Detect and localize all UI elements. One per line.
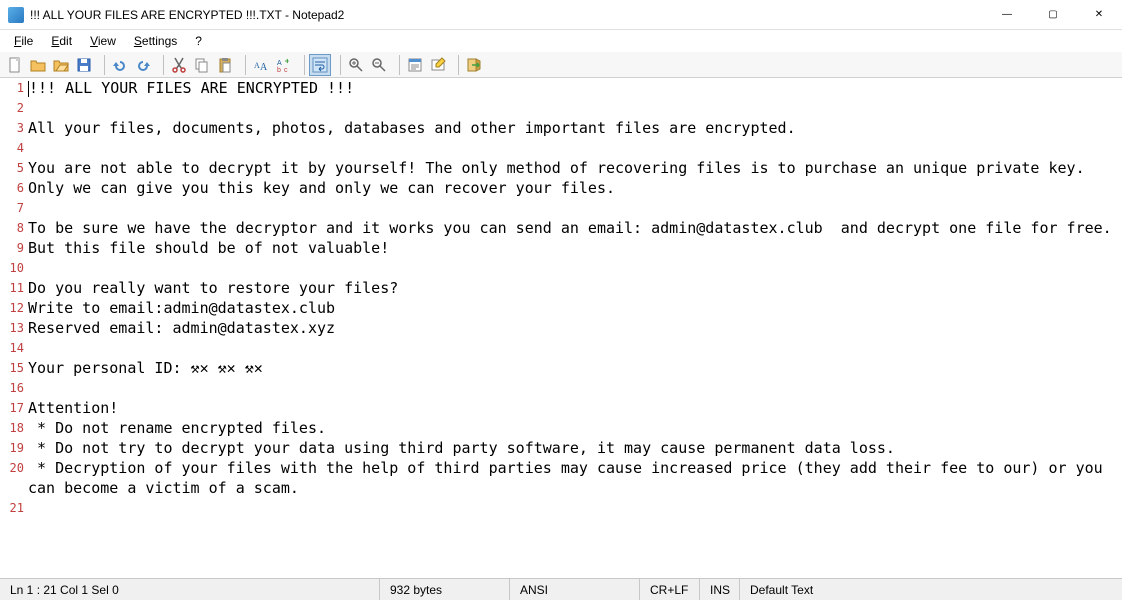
status-position[interactable]: Ln 1 : 21 Col 1 Sel 0 (0, 579, 380, 600)
exit-icon[interactable] (463, 54, 485, 76)
window-title: !!! ALL YOUR FILES ARE ENCRYPTED !!!.TXT… (30, 8, 984, 22)
zoom-in-icon[interactable] (345, 54, 367, 76)
menu-file[interactable]: File (6, 32, 41, 50)
text-line[interactable]: But this file should be of not valuable! (28, 238, 1114, 258)
line-number: 6 (0, 178, 24, 198)
menu-view[interactable]: View (82, 32, 124, 50)
line-number: 17 (0, 398, 24, 418)
line-number: 9 (0, 238, 24, 258)
text-line[interactable] (28, 498, 1114, 518)
new-file-icon[interactable] (4, 54, 26, 76)
text-line[interactable]: !!! ALL YOUR FILES ARE ENCRYPTED !!! (28, 78, 1114, 98)
menu-settings[interactable]: Settings (126, 32, 185, 50)
close-button[interactable]: ✕ (1076, 0, 1122, 30)
text-area[interactable]: !!! ALL YOUR FILES ARE ENCRYPTED !!! All… (28, 78, 1122, 578)
cut-icon[interactable] (168, 54, 190, 76)
undo-icon[interactable] (109, 54, 131, 76)
line-number: 5 (0, 158, 24, 178)
text-line[interactable]: * Do not try to decrypt your data using … (28, 438, 1114, 458)
line-number: 2 (0, 98, 24, 118)
text-line[interactable] (28, 198, 1114, 218)
text-line[interactable]: Reserved email: admin@datastex.xyz (28, 318, 1114, 338)
svg-text:b: b (277, 67, 281, 73)
app-icon (8, 7, 24, 23)
status-ovr[interactable]: INS (700, 579, 740, 600)
line-number: 15 (0, 358, 24, 378)
line-number: 19 (0, 438, 24, 458)
browse-icon[interactable] (50, 54, 72, 76)
line-number: 1 (0, 78, 24, 98)
line-number: 4 (0, 138, 24, 158)
replace-icon[interactable]: Abc (273, 54, 295, 76)
text-line[interactable]: Attention! (28, 398, 1114, 418)
editor[interactable]: 123456789101112131415161718192021 !!! AL… (0, 78, 1122, 578)
text-line[interactable]: You are not able to decrypt it by yourse… (28, 158, 1114, 178)
line-number: 16 (0, 378, 24, 398)
line-number: 14 (0, 338, 24, 358)
svg-text:A: A (260, 62, 268, 73)
text-line[interactable] (28, 338, 1114, 358)
line-number: 3 (0, 118, 24, 138)
text-line[interactable]: Do you really want to restore your files… (28, 278, 1114, 298)
status-encoding[interactable]: ANSI (510, 579, 640, 600)
statusbar: Ln 1 : 21 Col 1 Sel 0 932 bytes ANSI CR+… (0, 578, 1122, 600)
minimize-button[interactable]: — (984, 0, 1030, 30)
text-line[interactable]: Write to email:admin@datastex.club (28, 298, 1114, 318)
text-line[interactable]: Only we can give you this key and only w… (28, 178, 1114, 198)
find-icon[interactable]: AA (250, 54, 272, 76)
line-number: 20 (0, 458, 24, 478)
svg-text:A: A (277, 60, 282, 67)
text-line[interactable] (28, 258, 1114, 278)
scheme-icon[interactable] (404, 54, 426, 76)
line-number: 21 (0, 498, 24, 518)
menu-edit[interactable]: Edit (43, 32, 80, 50)
open-file-icon[interactable] (27, 54, 49, 76)
status-lexer[interactable]: Default Text (740, 579, 1122, 600)
save-icon[interactable] (73, 54, 95, 76)
text-line[interactable] (28, 378, 1114, 398)
line-number: 7 (0, 198, 24, 218)
status-eol[interactable]: CR+LF (640, 579, 700, 600)
text-line[interactable]: * Decryption of your files with the help… (28, 458, 1114, 498)
text-line[interactable]: Your personal ID: ⚒✕ ⚒✕ ⚒✕ (28, 358, 1114, 378)
zoom-out-icon[interactable] (368, 54, 390, 76)
line-number: 8 (0, 218, 24, 238)
window-controls: — ▢ ✕ (984, 0, 1122, 30)
text-line[interactable] (28, 98, 1114, 118)
line-number: 10 (0, 258, 24, 278)
text-line[interactable]: * Do not rename encrypted files. (28, 418, 1114, 438)
line-number: 11 (0, 278, 24, 298)
text-line[interactable]: All your files, documents, photos, datab… (28, 118, 1114, 138)
line-number-gutter: 123456789101112131415161718192021 (0, 78, 28, 578)
paste-icon[interactable] (214, 54, 236, 76)
redo-icon[interactable] (132, 54, 154, 76)
line-number: 13 (0, 318, 24, 338)
svg-text:c: c (284, 67, 288, 73)
maximize-button[interactable]: ▢ (1030, 0, 1076, 30)
line-number: 12 (0, 298, 24, 318)
status-size: 932 bytes (380, 579, 510, 600)
text-line[interactable] (28, 138, 1114, 158)
customize-icon[interactable] (427, 54, 449, 76)
line-number: 18 (0, 418, 24, 438)
word-wrap-icon[interactable] (309, 54, 331, 76)
menubar: File Edit View Settings ? (0, 30, 1122, 52)
menu-help[interactable]: ? (187, 32, 210, 50)
copy-icon[interactable] (191, 54, 213, 76)
toolbar: AAAbc (0, 52, 1122, 78)
text-line[interactable]: To be sure we have the decryptor and it … (28, 218, 1114, 238)
titlebar: !!! ALL YOUR FILES ARE ENCRYPTED !!!.TXT… (0, 0, 1122, 30)
